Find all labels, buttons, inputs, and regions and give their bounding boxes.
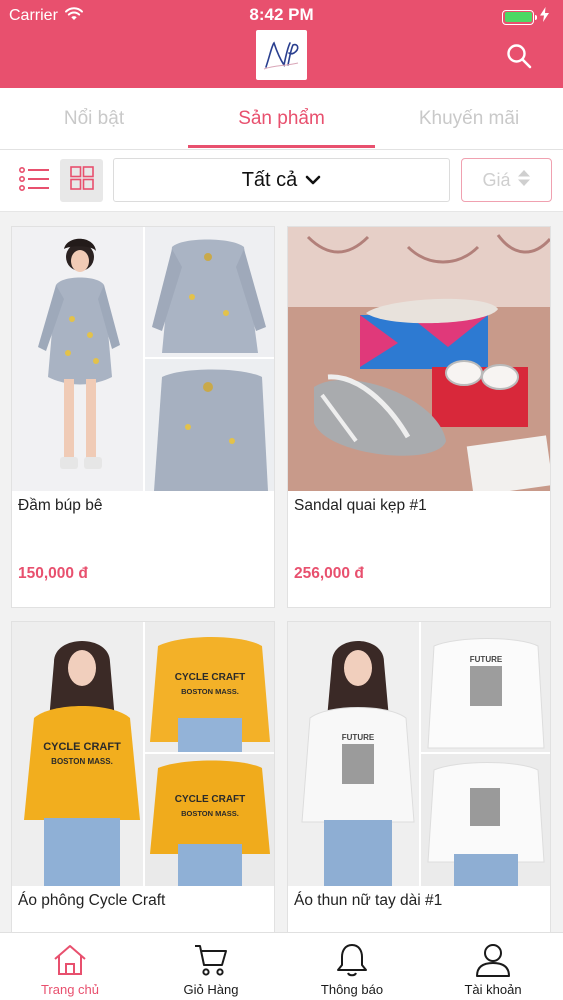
product-price: 150,000 đ: [18, 565, 88, 582]
list-view-icon: [18, 166, 51, 196]
chevron-down-icon: [305, 169, 321, 192]
nav-cart[interactable]: Giỏ Hàng: [141, 933, 281, 1000]
bell-icon: [282, 941, 422, 979]
product-name: Áo phông Cycle Craft: [18, 892, 166, 909]
nav-account-label: Tài khoản: [464, 982, 522, 997]
print-future-text: FUTURE: [470, 655, 503, 664]
print-cycle-craft-text: CYCLE CRAFT: [175, 794, 246, 805]
status-bar: Carrier 8:42 PM: [0, 0, 563, 30]
filter-value: Tất cả: [241, 168, 298, 191]
grid-view-button[interactable]: [60, 159, 103, 202]
product-card[interactable]: FUTURE FUTURE Áo thun nữ tay dài #1: [287, 621, 551, 932]
battery-indicator: [502, 7, 549, 27]
filter-toolbar: Tất cả Giá: [0, 150, 563, 212]
product-price: 256,000 đ: [294, 565, 364, 582]
grid-view-icon: [69, 166, 94, 195]
tab-san-pham[interactable]: Sản phẩm: [188, 88, 375, 150]
print-cycle-craft-text: CYCLE CRAFT: [43, 741, 121, 753]
home-icon: [0, 941, 140, 979]
print-boston-text: BOSTON MASS.: [181, 687, 239, 696]
product-name: Sandal quai kẹp #1: [294, 497, 427, 514]
brand-logo[interactable]: [256, 30, 307, 80]
product-card[interactable]: Sandal quai kẹp #1 256,000 đ: [287, 226, 551, 608]
price-sort-label: Giá: [482, 169, 511, 190]
sort-arrows-icon: [517, 169, 531, 192]
status-time: 8:42 PM: [249, 5, 314, 24]
price-sort-button[interactable]: Giá: [461, 158, 552, 202]
category-tabs: Nổi bật Sản phẩm Khuyến mãi: [0, 88, 563, 150]
print-boston-text: BOSTON MASS.: [181, 809, 239, 818]
nav-cart-label: Giỏ Hàng: [183, 982, 239, 997]
nav-notifications-label: Thông báo: [320, 982, 384, 997]
product-name: Đầm búp bê: [18, 497, 103, 514]
list-view-button[interactable]: [14, 160, 56, 202]
tab-noi-bat[interactable]: Nổi bật: [0, 88, 188, 150]
product-card[interactable]: Đầm búp bê 150,000 đ: [11, 226, 275, 608]
product-image: [288, 227, 550, 491]
nav-account[interactable]: Tài khoản: [423, 933, 563, 1000]
cart-icon: [141, 941, 281, 979]
print-future-text: FUTURE: [342, 733, 375, 742]
print-boston-text: BOSTON MASS.: [51, 757, 113, 766]
product-grid: Đầm búp bê 150,000 đ Sandal quai kẹp #1 …: [0, 212, 563, 932]
bottom-nav: Trang chủ Giỏ Hàng Thông báo Tài khoản: [0, 932, 563, 1000]
user-icon: [423, 941, 563, 979]
search-button[interactable]: [503, 42, 535, 74]
active-tab-indicator: [188, 145, 375, 148]
tab-khuyen-mai[interactable]: Khuyến mãi: [375, 88, 563, 150]
search-icon: [506, 43, 532, 74]
product-name: Áo thun nữ tay dài #1: [294, 892, 443, 909]
battery-icon: [502, 9, 537, 25]
print-cycle-craft-text: CYCLE CRAFT: [175, 672, 246, 683]
charging-icon: [540, 7, 549, 27]
nav-notifications[interactable]: Thông báo: [282, 933, 422, 1000]
product-image: [12, 227, 274, 491]
nav-home-label: Trang chủ: [40, 982, 100, 997]
app-header: Carrier 8:42 PM: [0, 0, 563, 88]
category-filter-select[interactable]: Tất cả: [113, 158, 450, 202]
product-card[interactable]: CYCLE CRAFT BOSTON MASS. CYCLE CRAFT BOS…: [11, 621, 275, 932]
product-image: FUTURE FUTURE: [288, 622, 550, 886]
nav-home[interactable]: Trang chủ: [0, 933, 140, 1000]
product-image: CYCLE CRAFT BOSTON MASS. CYCLE CRAFT BOS…: [12, 622, 274, 886]
